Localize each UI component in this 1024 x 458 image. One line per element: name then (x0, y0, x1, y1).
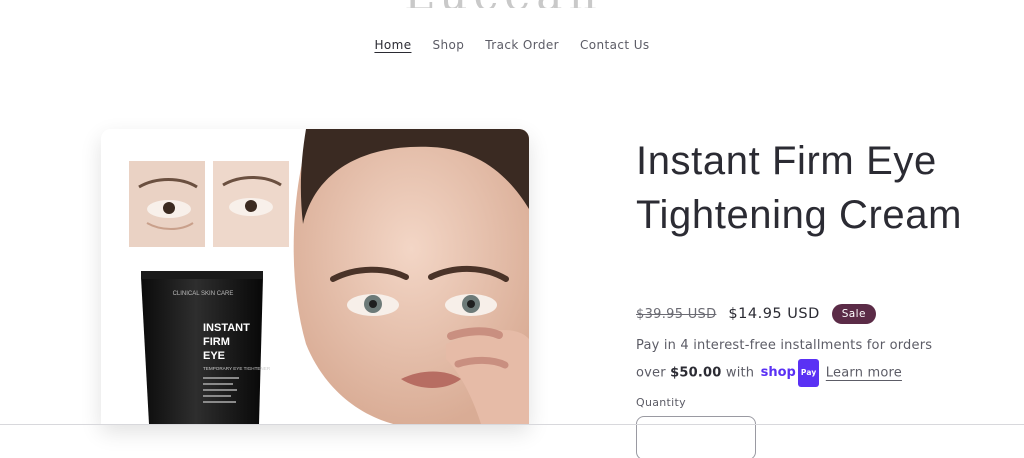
shop-pay-logo: shop Pay (761, 359, 820, 387)
installments-with: with (725, 365, 755, 381)
nav-item-shop[interactable]: Shop (432, 36, 464, 54)
tube-name-line1: INSTANT (203, 322, 250, 334)
nav-item-home[interactable]: Home (374, 36, 411, 54)
learn-more-link[interactable]: Learn more (826, 366, 902, 381)
product-tube: CLINICAL SKIN CARE INSTANT FIRM EYE TEMP… (141, 271, 271, 424)
tube-name-line3: EYE (203, 350, 225, 362)
shop-pay-pill: Pay (797, 359, 820, 387)
compare-at-price: $39.95 USD (636, 306, 717, 322)
nav-item-contact-us[interactable]: Contact Us (580, 36, 650, 54)
shop-pay-installments: Pay in 4 interest-free installments for … (636, 333, 936, 387)
quantity-selector[interactable] (636, 416, 756, 458)
nav-item-track-order[interactable]: Track Order (485, 36, 559, 54)
store-logo[interactable]: Lucean (404, 0, 658, 8)
product-image[interactable]: CLINICAL SKIN CARE INSTANT FIRM EYE TEMP… (101, 129, 529, 424)
tube-name-line2: FIRM (203, 336, 230, 348)
product-title: Instant Firm Eye Tightening Cream (636, 139, 963, 237)
tube-sub-line: TEMPORARY EYE TIGHTENER (203, 366, 271, 371)
sale-badge: Sale (831, 304, 876, 324)
installments-threshold: $50.00 (670, 365, 722, 381)
store-logo-text: Lucean (404, 0, 658, 8)
product-info: Instant Firm Eye Tightening Cream (636, 134, 996, 242)
product-photo-illustration: CLINICAL SKIN CARE INSTANT FIRM EYE TEMP… (101, 129, 529, 424)
shop-pay-word: shop (760, 365, 796, 380)
price-row: $39.95 USD $14.95 USD Sale (636, 304, 876, 324)
before-eye-thumbnail (129, 161, 205, 247)
tube-brand-line: CLINICAL SKIN CARE (173, 291, 234, 297)
after-eye-thumbnail (213, 161, 289, 247)
divider (0, 424, 1024, 425)
quantity-label: Quantity (636, 396, 686, 409)
main-nav: Home Shop Track Order Contact Us (0, 36, 1024, 54)
sale-price: $14.95 USD (728, 306, 820, 322)
